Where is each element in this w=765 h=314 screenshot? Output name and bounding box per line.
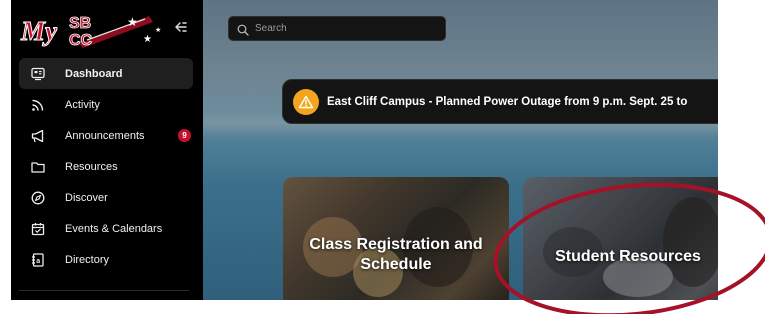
mysbcc-logo[interactable]: My SB CC ★ ★ ★ (19, 10, 169, 50)
sidebar-divider (19, 290, 189, 291)
calendar-icon (31, 222, 45, 236)
sidebar-item-resources[interactable]: Resources (19, 151, 193, 182)
logo-text-cc: CC (69, 32, 93, 49)
compass-icon (31, 191, 45, 205)
sidebar-item-label: Announcements (65, 129, 145, 142)
warning-icon (293, 88, 319, 115)
search-bar[interactable] (228, 16, 446, 41)
announcements-count-badge: 9 (178, 129, 191, 142)
sidebar-item-label: Dashboard (65, 67, 123, 80)
logo-text-sb: SB (69, 15, 91, 32)
class-registration-card[interactable]: Class Registration and Schedule (283, 177, 509, 300)
student-resources-card[interactable]: Student Resources (523, 177, 718, 300)
sidebar-item-label: Directory (65, 253, 110, 266)
search-input[interactable] (255, 23, 435, 34)
card-overlay (523, 177, 718, 300)
logo-star-icon: ★ (143, 34, 152, 45)
logo-text-my: My (20, 16, 58, 46)
activity-icon (31, 98, 45, 112)
card-title: Student Resources (555, 248, 701, 265)
search-icon (237, 23, 249, 36)
alert-banner[interactable]: East Cliff Campus - Planned Power Outage… (282, 79, 718, 124)
collapse-sidebar-icon[interactable] (173, 20, 189, 36)
alert-text: East Cliff Campus - Planned Power Outage… (327, 95, 688, 108)
megaphone-icon (31, 129, 45, 143)
directory-icon: a (31, 252, 45, 267)
sidebar-nav: Dashboard Activity Announcements 9 Resou… (19, 58, 193, 275)
sidebar-item-activity[interactable]: Activity (19, 89, 193, 120)
logo-star-icon: ★ (155, 26, 161, 34)
sidebar-item-announcements[interactable]: Announcements 9 (19, 120, 193, 151)
logo-star-icon: ★ (127, 15, 138, 29)
sidebar-item-discover[interactable]: Discover (19, 182, 193, 213)
sidebar-item-label: Discover (65, 191, 108, 204)
main-content: East Cliff Campus - Planned Power Outage… (203, 0, 718, 300)
dashboard-icon (31, 67, 45, 81)
sidebar-item-label: Events & Calendars (65, 222, 163, 235)
sidebar-item-label: Activity (65, 98, 100, 111)
app-window: My SB CC ★ ★ ★ Dashboard Activity Announ… (11, 0, 718, 300)
sidebar-item-label: Resources (65, 160, 118, 173)
sidebar-item-directory[interactable]: a Directory (19, 244, 193, 275)
card-title: Class Registration and Schedule (309, 236, 483, 273)
sidebar: My SB CC ★ ★ ★ Dashboard Activity Announ… (11, 0, 203, 300)
sidebar-item-events-calendars[interactable]: Events & Calendars (19, 213, 193, 244)
svg-text:a: a (36, 258, 40, 265)
sidebar-item-dashboard[interactable]: Dashboard (19, 58, 193, 89)
folder-icon (31, 160, 45, 174)
